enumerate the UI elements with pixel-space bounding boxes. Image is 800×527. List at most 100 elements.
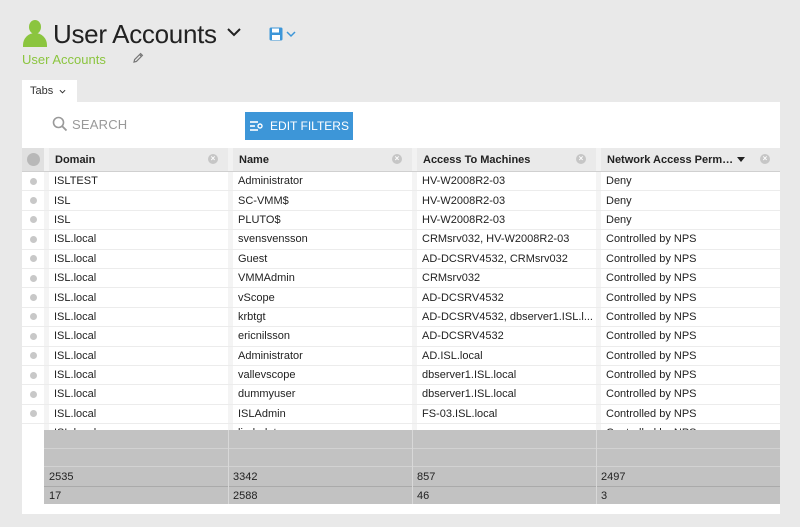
remove-column-icon[interactable]: × [760, 154, 770, 164]
save-menu-button[interactable] [269, 27, 296, 41]
table-cell: SC-VMM$ [228, 191, 412, 210]
remove-column-icon[interactable]: × [208, 154, 218, 164]
table-cell: Deny [596, 191, 780, 210]
table-cell: HV-W2008R2-03 [412, 172, 596, 191]
search-icon [52, 116, 68, 132]
table-cell: Deny [596, 172, 780, 191]
save-icon [269, 27, 283, 41]
row-select-toggle[interactable] [22, 211, 44, 229]
row-select-toggle[interactable] [22, 405, 44, 423]
row-select-toggle[interactable] [22, 347, 44, 365]
table-row[interactable]: ISL.local vallevscope dbserver1.ISL.local C… [22, 365, 780, 386]
table-cell: Controlled by NPS [596, 288, 780, 307]
table-cell: ISL.local [44, 230, 228, 249]
table-row[interactable]: ISL PLUTO$ HV-W2008R2-03 Deny [22, 210, 780, 231]
select-all-toggle[interactable] [22, 148, 44, 171]
column-header-network-access-permission[interactable]: Network Access Perm… × [596, 148, 780, 171]
table-cell: AD-DCSRV4532 [412, 288, 596, 307]
table-cell: ISLAdmin [228, 404, 412, 424]
filter-icon [250, 121, 263, 131]
table-cell: ISL.local [44, 288, 228, 307]
chevron-down-icon[interactable] [227, 25, 241, 39]
tabs-label: Tabs [30, 85, 54, 97]
table-cell: Controlled by NPS [596, 346, 780, 365]
table-cell: krbtgt [228, 307, 412, 327]
table-cell: vallevscope [228, 365, 412, 385]
tabs-dropdown[interactable]: Tabs [22, 80, 77, 102]
row-select-toggle[interactable] [22, 366, 44, 384]
row-select-toggle[interactable] [22, 250, 44, 268]
table-cell: AD-DCSRV4532 [412, 327, 596, 346]
table-row[interactable]: ISLTEST Administrator HV-W2008R2-03 Deny [22, 172, 780, 192]
table-cell: Controlled by NPS [596, 268, 780, 288]
edit-filters-button[interactable]: EDIT FILTERS [245, 112, 353, 140]
summary-column: 2535 17 [44, 430, 228, 504]
table-cell: ISLTEST [44, 172, 228, 191]
row-select-toggle[interactable] [22, 424, 44, 430]
table-cell: dummyuser [228, 385, 412, 404]
table-cell: ISL.local [44, 307, 228, 327]
row-select-toggle[interactable] [22, 172, 44, 190]
breadcrumb[interactable]: User Accounts [22, 52, 106, 67]
table-cell: ISL.local [44, 346, 228, 365]
summary-value: 857 [417, 471, 436, 483]
page-title: User Accounts [53, 18, 217, 49]
table-cell: ISL [44, 210, 228, 230]
search-input[interactable]: SEARCH [52, 116, 127, 132]
page-header: User Accounts [22, 16, 296, 52]
table-row[interactable]: ISL.local VMMAdmin CRMsrv032 Controlled by … [22, 268, 780, 289]
table-row[interactable]: ISL SC-VMM$ HV-W2008R2-03 Deny [22, 191, 780, 211]
row-select-toggle[interactable] [22, 230, 44, 248]
row-select-toggle[interactable] [22, 288, 44, 306]
row-select-toggle[interactable] [22, 308, 44, 326]
table-row[interactable]: ISL.local vScope AD-DCSRV4532 Controlled by… [22, 288, 780, 308]
table-cell: Controlled by NPS [596, 404, 780, 424]
table-cell: svensvensson [228, 230, 412, 249]
table-row[interactable]: ISL.local dummyuser dbserver1.ISL.local Con… [22, 385, 780, 405]
table-row[interactable]: ISL.local ISLAdmin FS-03.ISL.local Controll… [22, 404, 780, 425]
table-body: ISLTEST Administrator HV-W2008R2-03 Deny ISL… [22, 172, 780, 430]
table-row[interactable]: ISL.local Administrator AD.ISL.local Contro… [22, 346, 780, 366]
row-select-toggle[interactable] [22, 327, 44, 345]
column-label: Network Access Perm… [607, 153, 734, 166]
pencil-icon[interactable] [132, 52, 144, 64]
table-cell: Controlled by NPS [596, 230, 780, 249]
table-cell: Guest [228, 249, 412, 268]
table-cell: Administrator [228, 346, 412, 365]
table-cell: PLUTO$ [228, 210, 412, 230]
summary-value: 17 [49, 490, 62, 502]
column-label: Access To Machines [423, 153, 531, 166]
table-cell: Controlled by NPS [596, 365, 780, 385]
column-header-name[interactable]: Name × [228, 148, 412, 171]
table-cell: ISL.local [44, 404, 228, 424]
table-header: Domain × Name × Access To Machines × Net… [22, 148, 780, 172]
table-cell: Deny [596, 210, 780, 230]
table-row[interactable]: ISL.local Guest AD-DCSRV4532, CRMsrv032 Con… [22, 249, 780, 269]
row-select-toggle[interactable] [22, 191, 44, 209]
column-header-access-to-machines[interactable]: Access To Machines × [412, 148, 596, 171]
table-row[interactable]: ISL.local krbtgt AD-DCSRV4532, dbserver1.I… [22, 307, 780, 328]
summary-value: 2497 [601, 471, 626, 483]
table-cell: vScope [228, 288, 412, 307]
remove-column-icon[interactable]: × [576, 154, 586, 164]
row-select-toggle[interactable] [22, 385, 44, 403]
table-cell: ericnilsson [228, 327, 412, 346]
table-cell: HV-W2008R2-03 [412, 191, 596, 210]
table-cell: ISL.local [44, 365, 228, 385]
remove-column-icon[interactable]: × [392, 154, 402, 164]
chevron-down-icon [286, 31, 296, 38]
table-cell: Controlled by NPS [596, 249, 780, 268]
table-row[interactable]: ISL.local svensvensson CRMsrv032, HV-W2008… [22, 230, 780, 250]
table-cell: ISL.local [44, 268, 228, 288]
table-cell: ISL.local [44, 385, 228, 404]
summary-footer: 2535 17 3342 2588 857 46 2497 3 [44, 430, 780, 504]
row-select-toggle[interactable] [22, 269, 44, 287]
summary-column: 2497 3 [596, 430, 780, 504]
column-header-domain[interactable]: Domain × [44, 148, 228, 171]
summary-value: 3 [601, 490, 608, 502]
summary-column: 857 46 [412, 430, 596, 504]
edit-filters-label: EDIT FILTERS [270, 119, 349, 133]
sort-desc-icon [737, 156, 746, 162]
table-row[interactable]: ISL.local ericnilsson AD-DCSRV4532 Controll… [22, 327, 780, 347]
table-cell: CRMsrv032 [412, 268, 596, 288]
